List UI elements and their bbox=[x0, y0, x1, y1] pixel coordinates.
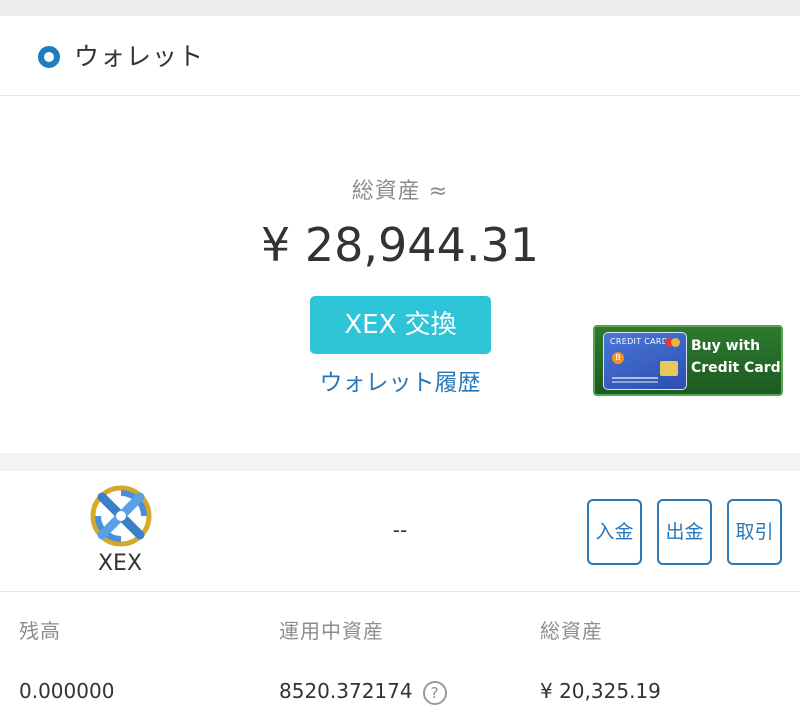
page-title: ウォレット bbox=[74, 42, 205, 71]
banner-line-1: Buy with bbox=[691, 338, 761, 354]
asset-row-xex: XEX -- 入金 出金 取引 bbox=[0, 471, 800, 592]
staked-assets-label: 運用中資産 bbox=[279, 619, 384, 643]
credit-card-text: CREDIT CARD bbox=[610, 337, 669, 346]
balance-label: 残高 bbox=[19, 619, 61, 643]
card-number-lines bbox=[612, 377, 658, 379]
xex-logo-icon bbox=[90, 485, 152, 547]
wallet-header: ウォレット bbox=[0, 16, 800, 96]
xex-exchange-button[interactable]: XEX 交換 bbox=[310, 296, 491, 354]
asset-name: XEX bbox=[97, 551, 143, 576]
card-chip-icon bbox=[660, 361, 678, 376]
banner-line-2: Credit Card bbox=[691, 360, 781, 376]
card-brand-circle-yellow bbox=[671, 338, 680, 347]
top-status-strip bbox=[0, 0, 800, 16]
buy-with-credit-card-banner[interactable]: CREDIT CARD B Buy with Credit Card bbox=[593, 325, 783, 396]
total-assets-label: 総資産 ≈ bbox=[351, 179, 449, 204]
staked-assets-cell: 8520.372174? bbox=[279, 679, 447, 705]
wallet-summary: 総資産 ≈ ¥ 28,944.31 XEX 交換 ウォレット履歴 CREDIT … bbox=[0, 97, 800, 453]
total-assets-column-label: 総資産 bbox=[540, 619, 603, 643]
bitcoin-icon: B bbox=[612, 352, 624, 364]
credit-card-icon: CREDIT CARD B bbox=[603, 332, 687, 390]
total-assets-value: ¥ 28,944.31 bbox=[261, 218, 539, 272]
withdraw-button[interactable]: 出金 bbox=[657, 499, 712, 565]
credit-card-banner-label: Buy with Credit Card bbox=[691, 335, 781, 379]
deposit-button[interactable]: 入金 bbox=[587, 499, 642, 565]
total-assets-column-value: ¥ 20,325.19 bbox=[540, 679, 661, 703]
section-divider bbox=[0, 453, 800, 471]
asset-stats: 残高 運用中資産 総資産 0.000000 8520.372174? ¥ 20,… bbox=[0, 593, 800, 720]
trade-button[interactable]: 取引 bbox=[727, 499, 782, 565]
wallet-ring-icon bbox=[38, 46, 60, 68]
balance-value: 0.000000 bbox=[19, 679, 115, 703]
help-question-icon[interactable]: ? bbox=[422, 680, 447, 705]
staked-assets-value: 8520.372174 bbox=[279, 679, 413, 703]
asset-price-value: -- bbox=[392, 518, 408, 542]
